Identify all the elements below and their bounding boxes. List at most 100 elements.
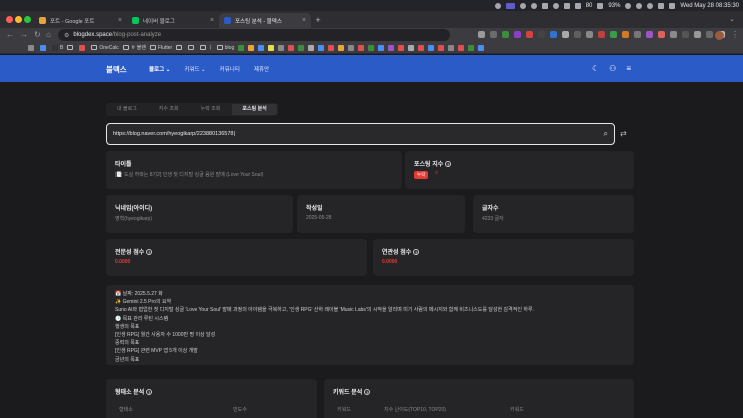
close-tab-icon[interactable]: × xyxy=(210,17,214,24)
bookmark-icon[interactable] xyxy=(438,44,445,51)
bookmark-icon[interactable] xyxy=(318,44,325,51)
extension-icon[interactable] xyxy=(622,31,629,38)
bookmark-folder[interactable]: ㅎ 블랜 xyxy=(122,44,146,51)
bookmark-folder[interactable]: blog xyxy=(216,45,234,51)
user-icon[interactable] xyxy=(658,2,665,9)
nav-item-community[interactable]: 커뮤니티 xyxy=(220,65,240,73)
bookmark-icon[interactable] xyxy=(258,44,265,51)
bookmark-icon[interactable] xyxy=(478,44,485,51)
screen-icon[interactable] xyxy=(574,2,581,9)
tab-index-lookup[interactable]: 지수 조회 xyxy=(149,104,189,115)
bookmark-icon[interactable] xyxy=(358,44,365,51)
new-tab-button[interactable]: + xyxy=(313,15,323,25)
status-badge[interactable]: 80 xyxy=(586,3,593,9)
search-icon[interactable] xyxy=(647,2,654,9)
bookmark-icon[interactable] xyxy=(328,44,335,51)
close-tab-icon[interactable]: × xyxy=(302,17,306,24)
bookmark-icon[interactable] xyxy=(408,44,415,51)
extension-icon[interactable] xyxy=(586,31,593,38)
bookmark-folder[interactable] xyxy=(67,45,75,50)
help-icon[interactable]: ? xyxy=(364,389,371,396)
close-window-icon[interactable] xyxy=(6,16,13,23)
home-icon[interactable]: ⌂ xyxy=(46,30,51,39)
bluetooth-icon[interactable] xyxy=(625,2,632,9)
tab-post-analysis[interactable]: 포스팅 분석 xyxy=(232,104,277,115)
help-icon[interactable]: ? xyxy=(445,161,452,168)
help-icon[interactable]: ? xyxy=(146,249,153,256)
nav-item-partnership[interactable]: 제휴안 xyxy=(254,65,269,73)
extension-icon[interactable] xyxy=(646,31,653,38)
bookmark-icon[interactable] xyxy=(248,44,255,51)
bookmark-icon[interactable] xyxy=(268,44,275,51)
control-center-icon[interactable] xyxy=(669,2,676,9)
record-icon[interactable] xyxy=(494,2,501,9)
bookmark-icon[interactable] xyxy=(288,44,295,51)
extension-icon[interactable] xyxy=(538,31,545,38)
back-icon[interactable]: ← xyxy=(6,30,14,39)
bookmark-item[interactable] xyxy=(79,44,87,51)
extension-icon[interactable] xyxy=(598,31,605,38)
bookmark-icon[interactable] xyxy=(458,44,465,51)
extension-icon[interactable] xyxy=(550,31,557,38)
extension-icon[interactable] xyxy=(682,31,689,38)
battery-icon[interactable] xyxy=(597,2,604,9)
bookmark-folder[interactable]: OneCalc xyxy=(91,45,119,51)
bookmark-icon[interactable] xyxy=(448,44,455,51)
address-bar[interactable]: ⚙ blogdex.space /blog-post-analyze xyxy=(58,29,450,41)
bookmark-icon[interactable] xyxy=(308,44,315,51)
extension-icon[interactable] xyxy=(658,31,665,38)
bookmark-icon[interactable] xyxy=(348,44,355,51)
status-icon[interactable] xyxy=(519,2,526,9)
site-info-icon[interactable]: ⚙ xyxy=(64,32,69,39)
bookmark-icon[interactable] xyxy=(398,44,405,51)
bookmark-icon[interactable] xyxy=(388,44,395,51)
hamburger-menu-icon[interactable]: ≡ xyxy=(626,64,631,73)
close-tab-icon[interactable]: × xyxy=(118,17,122,24)
bookmark-icon[interactable] xyxy=(428,44,435,51)
nav-item-keyword[interactable]: 키워드 ⌄ xyxy=(184,65,205,73)
bookmark-folder[interactable] xyxy=(188,45,196,50)
extension-icon[interactable] xyxy=(694,31,701,38)
post-url-search-input[interactable]: https://blog.naver.com/hyeogikarp/223880… xyxy=(106,123,615,145)
extension-icon[interactable] xyxy=(670,31,677,38)
filter-icon[interactable]: ⇄ xyxy=(620,129,627,138)
clock[interactable]: Wed May 28 08:35:30 xyxy=(680,3,739,9)
extension-icon[interactable] xyxy=(634,31,641,38)
extension-icon[interactable] xyxy=(574,31,581,38)
wifi-icon[interactable] xyxy=(636,2,643,9)
chat-icon[interactable] xyxy=(541,2,548,9)
bookmark-icon[interactable] xyxy=(238,44,245,51)
extension-icon[interactable] xyxy=(502,31,509,38)
extension-icon[interactable] xyxy=(490,31,497,38)
search-icon[interactable]: ⌕ xyxy=(604,129,608,139)
browser-tab[interactable]: 네이버 블로그 × xyxy=(127,13,219,28)
search-icon[interactable]: ⌕ xyxy=(435,170,438,177)
bookmark-item[interactable] xyxy=(28,44,36,51)
minimize-window-icon[interactable] xyxy=(15,16,22,23)
bookmark-icon[interactable] xyxy=(368,44,375,51)
app-badge-icon[interactable] xyxy=(505,2,515,9)
bookmark-icon[interactable] xyxy=(278,44,285,51)
browser-menu-icon[interactable]: ⋮ xyxy=(731,30,739,39)
extension-icon[interactable] xyxy=(706,31,713,38)
keyboard-icon[interactable] xyxy=(563,2,570,9)
bookmark-folder[interactable] xyxy=(176,45,184,50)
nav-item-blog[interactable]: 블로그 ⌄ xyxy=(149,65,170,73)
sync-icon[interactable] xyxy=(530,2,537,9)
tab-search-icon[interactable]: ⌄ xyxy=(729,15,735,23)
bookmark-icon[interactable] xyxy=(468,44,475,51)
tab-my-blog[interactable]: 내 블로그 xyxy=(107,104,147,115)
bookmark-folder[interactable]: Flutter xyxy=(150,45,172,51)
bookmark-icon[interactable] xyxy=(298,44,305,51)
bookmark-item[interactable]: B xyxy=(52,44,63,51)
cloud-icon[interactable] xyxy=(552,2,559,9)
bookmark-folder[interactable]: ㅣ xyxy=(200,44,213,51)
tab-missing-lookup[interactable]: 누락 조회 xyxy=(191,104,231,115)
user-icon[interactable]: ⚇ xyxy=(609,64,616,73)
site-logo[interactable]: 블덱스 xyxy=(106,64,127,75)
extension-icon[interactable] xyxy=(478,31,485,38)
profile-avatar[interactable] xyxy=(715,31,724,40)
browser-tab-active[interactable]: 포스팅 분석 - 블덱스 × xyxy=(219,13,311,28)
browser-tab[interactable]: 포트 - Google 포트 × xyxy=(34,13,127,28)
bookmark-item[interactable] xyxy=(40,44,48,51)
